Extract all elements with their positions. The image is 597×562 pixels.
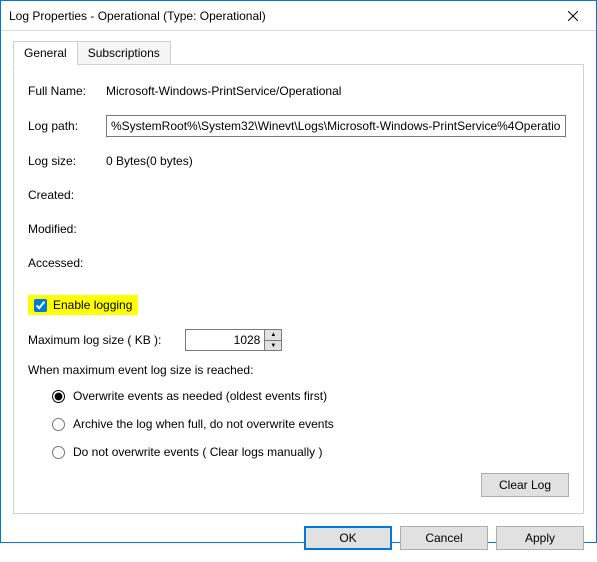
spinner-up-button[interactable]: ▲: [265, 330, 281, 340]
close-icon: [568, 11, 578, 21]
enable-logging-checkbox[interactable]: [34, 299, 47, 312]
retention-label-overwrite: Overwrite events as needed (oldest event…: [73, 389, 327, 403]
cancel-button[interactable]: Cancel: [400, 526, 488, 550]
titlebar[interactable]: Log Properties - Operational (Type: Oper…: [1, 1, 596, 31]
modified-label: Modified:: [28, 222, 106, 236]
logsize-label: Log size:: [28, 154, 106, 168]
maxsize-spinner: ▲ ▼: [185, 329, 282, 351]
created-label: Created:: [28, 188, 106, 202]
retention-radio-archive[interactable]: [52, 418, 65, 431]
accessed-label: Accessed:: [28, 256, 106, 270]
close-button[interactable]: [550, 1, 596, 31]
tab-subscriptions[interactable]: Subscriptions: [77, 41, 171, 65]
fullname-label: Full Name:: [28, 84, 106, 98]
retention-radio-donotoverwrite[interactable]: [52, 446, 65, 459]
apply-button[interactable]: Apply: [496, 526, 584, 550]
fullname-value: Microsoft-Windows-PrintService/Operation…: [106, 84, 569, 98]
retention-heading: When maximum event log size is reached:: [28, 363, 569, 377]
clear-log-button[interactable]: Clear Log: [481, 473, 569, 497]
enable-logging-row[interactable]: Enable logging: [28, 295, 138, 315]
logpath-input[interactable]: [106, 115, 566, 137]
window-title: Log Properties - Operational (Type: Oper…: [9, 9, 550, 23]
retention-radio-overwrite[interactable]: [52, 390, 65, 403]
logsize-value: 0 Bytes(0 bytes): [106, 154, 569, 168]
dialog-window: Log Properties - Operational (Type: Oper…: [0, 0, 597, 543]
retention-option-donotoverwrite[interactable]: Do not overwrite events ( Clear logs man…: [52, 445, 569, 459]
tab-general[interactable]: General: [13, 41, 78, 65]
retention-label-archive: Archive the log when full, do not overwr…: [73, 417, 334, 431]
ok-button[interactable]: OK: [304, 526, 392, 550]
retention-radio-group: Overwrite events as needed (oldest event…: [52, 389, 569, 473]
tab-strip: General Subscriptions: [13, 41, 584, 65]
content-area: General Subscriptions Full Name: Microso…: [1, 31, 596, 562]
dialog-button-row: OK Cancel Apply: [13, 514, 584, 550]
spinner-down-button[interactable]: ▼: [265, 340, 281, 350]
retention-option-overwrite[interactable]: Overwrite events as needed (oldest event…: [52, 389, 569, 403]
enable-logging-label: Enable logging: [53, 298, 132, 312]
maxsize-input[interactable]: [185, 329, 265, 351]
retention-option-archive[interactable]: Archive the log when full, do not overwr…: [52, 417, 569, 431]
tab-panel-general: Full Name: Microsoft-Windows-PrintServic…: [13, 64, 584, 514]
retention-label-donotoverwrite: Do not overwrite events ( Clear logs man…: [73, 445, 322, 459]
logpath-label: Log path:: [28, 119, 106, 133]
maxsize-label: Maximum log size ( KB ):: [28, 333, 161, 347]
